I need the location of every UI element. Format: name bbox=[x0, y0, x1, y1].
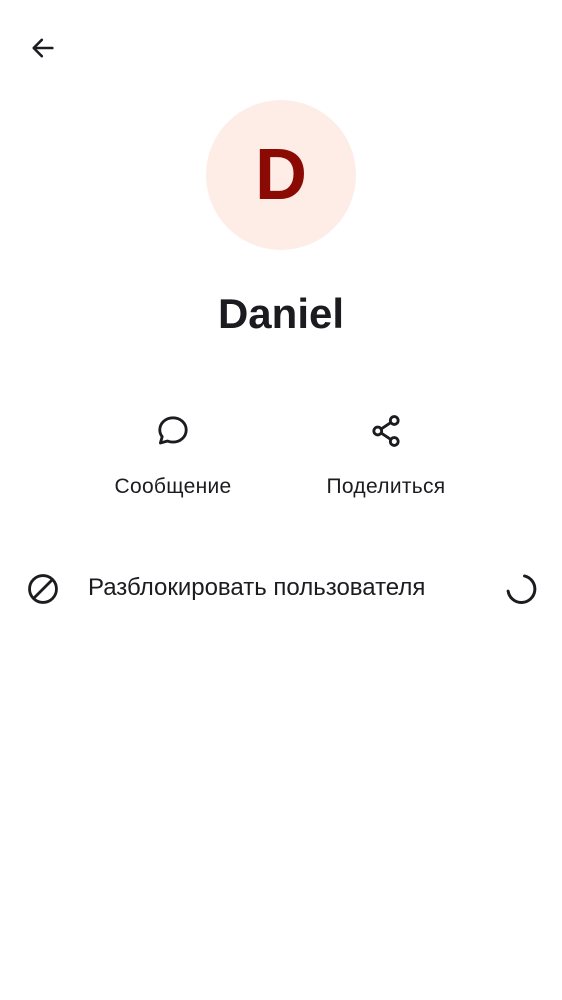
block-icon bbox=[24, 570, 62, 608]
share-button[interactable]: Поделиться bbox=[301, 405, 471, 510]
loading-spinner-icon bbox=[502, 570, 540, 608]
back-button[interactable] bbox=[22, 29, 64, 71]
contact-name: Daniel bbox=[217, 290, 345, 337]
unblock-user-item[interactable]: Разблокировать пользователя bbox=[0, 556, 562, 620]
avatar: D bbox=[206, 100, 356, 250]
arrow-left-icon bbox=[29, 34, 57, 67]
chat-bubble-icon bbox=[151, 409, 195, 453]
message-button-label: Сообщение bbox=[114, 475, 232, 498]
share-icon bbox=[364, 409, 408, 453]
message-button[interactable]: Сообщение bbox=[88, 405, 258, 510]
unblock-user-label: Разблокировать пользователя bbox=[88, 574, 426, 601]
share-button-label: Поделиться bbox=[326, 475, 446, 498]
avatar-initial: D bbox=[255, 135, 307, 215]
